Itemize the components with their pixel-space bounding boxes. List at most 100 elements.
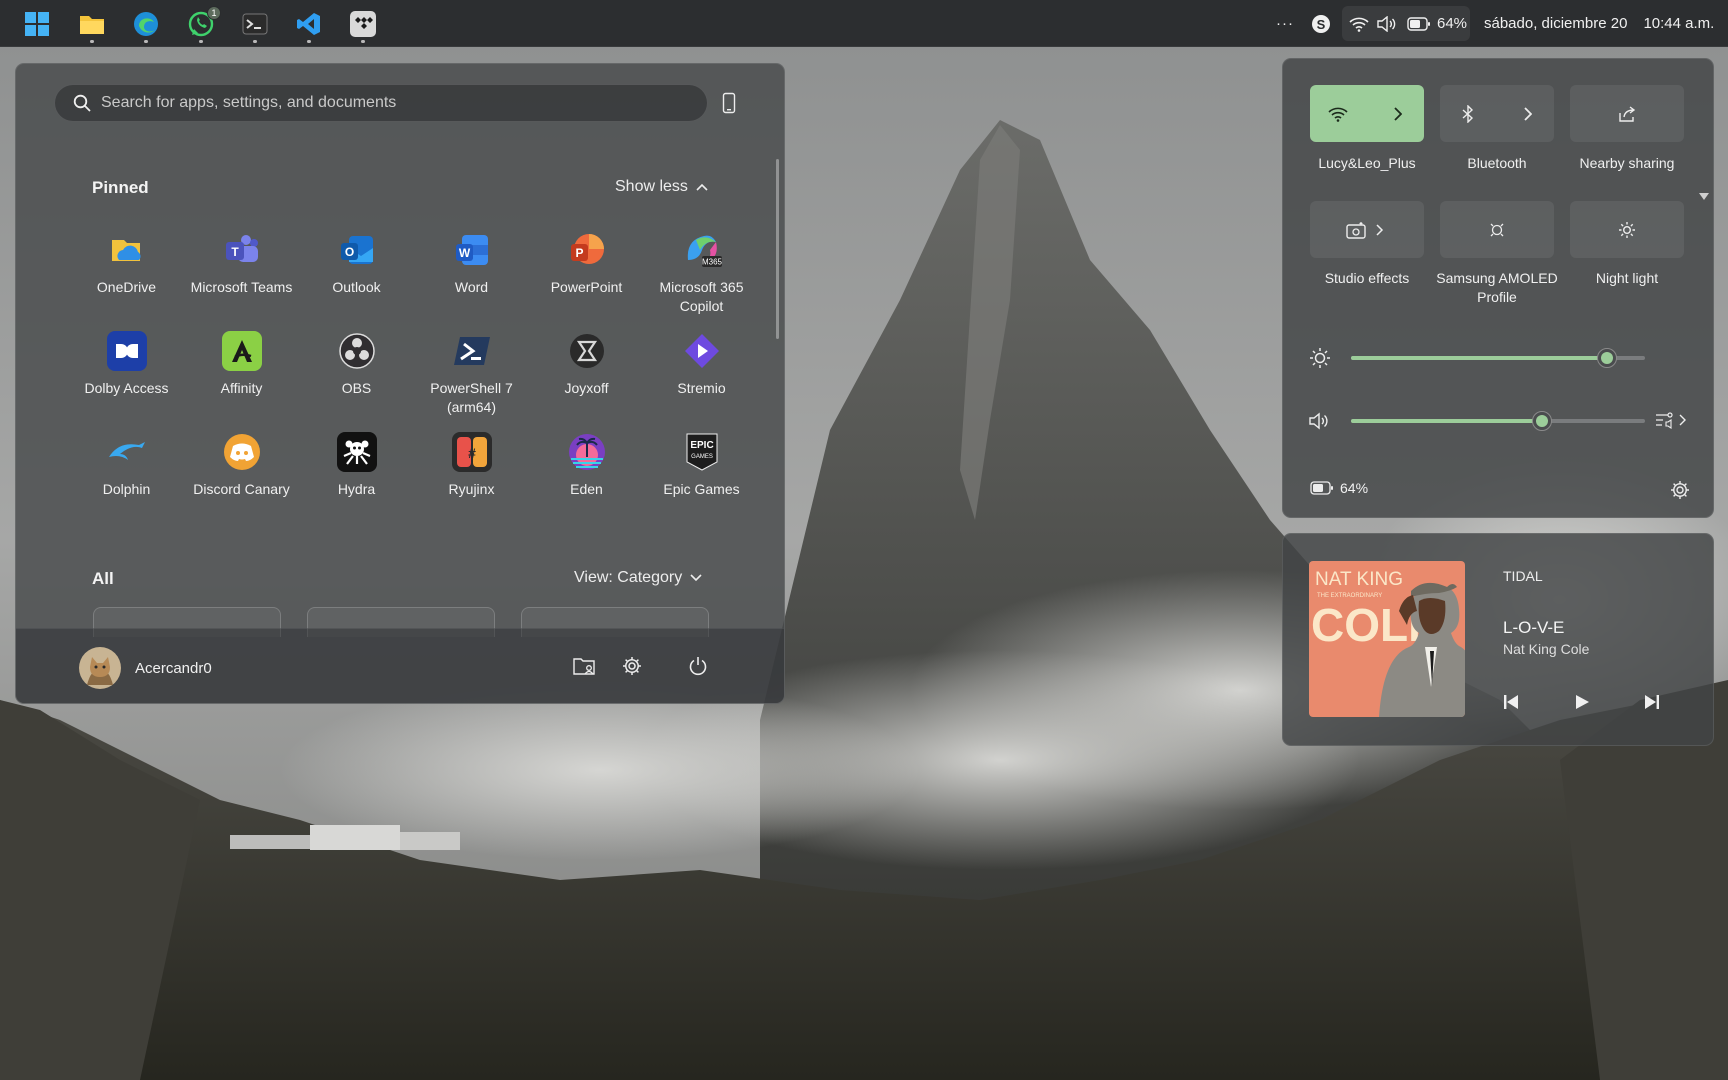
tray-skype-icon[interactable]: S (1311, 0, 1331, 47)
start-scrollbar[interactable] (776, 159, 779, 339)
show-less-button[interactable]: Show less (615, 178, 708, 196)
night-light-tile[interactable] (1570, 201, 1684, 258)
power-icon (689, 657, 707, 676)
nearby-sharing-label: Nearby sharing (1579, 155, 1675, 171)
user-name: Acercandr0 (135, 659, 212, 677)
user-account-button[interactable]: Acercandr0 (79, 647, 212, 689)
windows-logo-icon (25, 12, 49, 36)
media-source: TIDAL (1503, 568, 1543, 584)
next-track-button[interactable] (1644, 694, 1660, 715)
battery-icon (1310, 481, 1333, 495)
svg-text:T: T (231, 245, 239, 259)
taskbar-vscode[interactable] (291, 6, 327, 43)
skype-icon: S (1312, 14, 1330, 33)
gear-icon (623, 657, 641, 675)
speaker-icon (1377, 15, 1396, 32)
svg-text:GAMES: GAMES (691, 454, 713, 460)
next-icon (1645, 695, 1659, 709)
wifi-tile[interactable] (1310, 85, 1424, 142)
eden-icon (567, 432, 607, 472)
settings-button[interactable] (622, 656, 642, 681)
battery-label: 64% (1340, 480, 1369, 496)
previous-track-button[interactable] (1503, 694, 1519, 715)
speaker-icon (1309, 412, 1328, 430)
play-icon (1576, 695, 1589, 709)
brightness-slider-thumb[interactable] (1596, 348, 1617, 368)
pinned-app-outlook[interactable]: O Outlook (299, 230, 414, 326)
taskbar-whatsapp[interactable]: 1 (183, 6, 221, 43)
pinned-app-powershell[interactable]: PowerShell 7 (arm64) (414, 331, 529, 427)
dolby-icon (106, 331, 147, 371)
pinned-app-epic-games[interactable]: EPIC GAMES Epic Games (644, 432, 759, 528)
caret-down-icon[interactable] (1699, 193, 1709, 201)
battery-info-button[interactable]: 64% (1310, 480, 1368, 496)
pinned-app-obs[interactable]: OBS (299, 331, 414, 427)
search-input[interactable] (101, 94, 661, 112)
pinned-app-affinity[interactable]: Affinity (184, 331, 299, 427)
quick-settings-panel: Lucy&Leo_Plus Bluetooth Nearby sharing S… (1282, 58, 1714, 518)
svg-text:W: W (458, 246, 470, 260)
phone-link-button[interactable] (722, 92, 736, 119)
pinned-app-powerpoint[interactable]: P PowerPoint (529, 230, 644, 326)
start-button[interactable] (19, 6, 55, 42)
taskbar-terminal[interactable] (237, 6, 273, 43)
chevron-up-icon (696, 183, 708, 191)
pinned-app-dolphin[interactable]: Dolphin (69, 432, 184, 528)
nearby-sharing-tile[interactable] (1570, 85, 1684, 142)
notification-badge: 1 (207, 6, 221, 20)
pinned-app-teams[interactable]: T Microsoft Teams (184, 230, 299, 326)
brightness-slider[interactable] (1351, 348, 1645, 368)
taskbar-edge[interactable] (128, 6, 164, 43)
pinned-app-dolby[interactable]: Dolby Access (69, 331, 184, 427)
album-art-title-top: NAT KING (1315, 569, 1403, 590)
chevron-right-icon[interactable] (1394, 107, 1402, 121)
chevron-right-icon[interactable] (1524, 107, 1532, 121)
power-button[interactable] (688, 656, 708, 681)
powershell-icon (452, 331, 492, 371)
pinned-app-discord-canary[interactable]: Discord Canary (184, 432, 299, 528)
track-artist: Nat King Cole (1503, 641, 1590, 657)
taskbar-file-explorer[interactable] (74, 6, 110, 43)
bluetooth-tile-label: Bluetooth (1467, 155, 1527, 171)
taskbar-tidal[interactable] (345, 6, 381, 43)
chevron-right-icon[interactable] (1376, 224, 1384, 236)
teams-icon: T (222, 230, 262, 270)
volume-slider-thumb[interactable] (1532, 411, 1553, 431)
more-icon: ··· (1276, 15, 1294, 32)
documents-button[interactable] (573, 656, 595, 681)
pinned-app-hydra[interactable]: Hydra (299, 432, 414, 528)
clock[interactable]: sábado, diciembre 20 10:44 a.m. (1484, 0, 1714, 47)
folder-icon (80, 16, 104, 34)
bluetooth-tile[interactable] (1440, 85, 1554, 142)
color-profile-label: Samsung AMOLED Profile (1436, 270, 1558, 305)
running-indicator (307, 40, 311, 43)
svg-text:S: S (1317, 17, 1326, 32)
search-box[interactable] (54, 84, 708, 122)
track-title: L-O-V-E (1503, 618, 1565, 637)
tray-overflow-button[interactable]: ··· (1276, 0, 1294, 47)
audio-output-button[interactable] (1655, 411, 1686, 429)
folder-user-icon (573, 658, 595, 675)
night-light-label: Night light (1595, 270, 1659, 286)
pinned-app-eden[interactable]: Eden (529, 432, 644, 528)
pinned-app-joyxoff[interactable]: Joyxoff (529, 331, 644, 427)
view-category-dropdown[interactable]: View: Category (574, 569, 702, 587)
play-button[interactable] (1574, 694, 1590, 715)
all-settings-button[interactable] (1670, 480, 1690, 505)
battery-icon (1407, 16, 1430, 31)
joyxoff-icon (567, 331, 607, 371)
volume-slider[interactable] (1351, 411, 1645, 431)
pinned-app-word[interactable]: W Word (414, 230, 529, 326)
studio-effects-tile[interactable] (1310, 201, 1424, 258)
color-profile-tile[interactable] (1440, 201, 1554, 258)
onedrive-icon (107, 230, 147, 270)
pinned-app-m365-copilot[interactable]: M365 Microsoft 365 Copilot (644, 230, 759, 326)
pinned-app-onedrive[interactable]: OneDrive (69, 230, 184, 326)
studio-effects-icon (1346, 222, 1366, 239)
pinned-app-ryujinx[interactable]: # Ryujinx (414, 432, 529, 528)
volume-slider-fill (1351, 419, 1543, 423)
pinned-app-stremio[interactable]: Stremio (644, 331, 759, 427)
avatar (79, 647, 121, 689)
start-footer: Acercandr0 (16, 628, 784, 703)
svg-text:#: # (468, 445, 476, 461)
